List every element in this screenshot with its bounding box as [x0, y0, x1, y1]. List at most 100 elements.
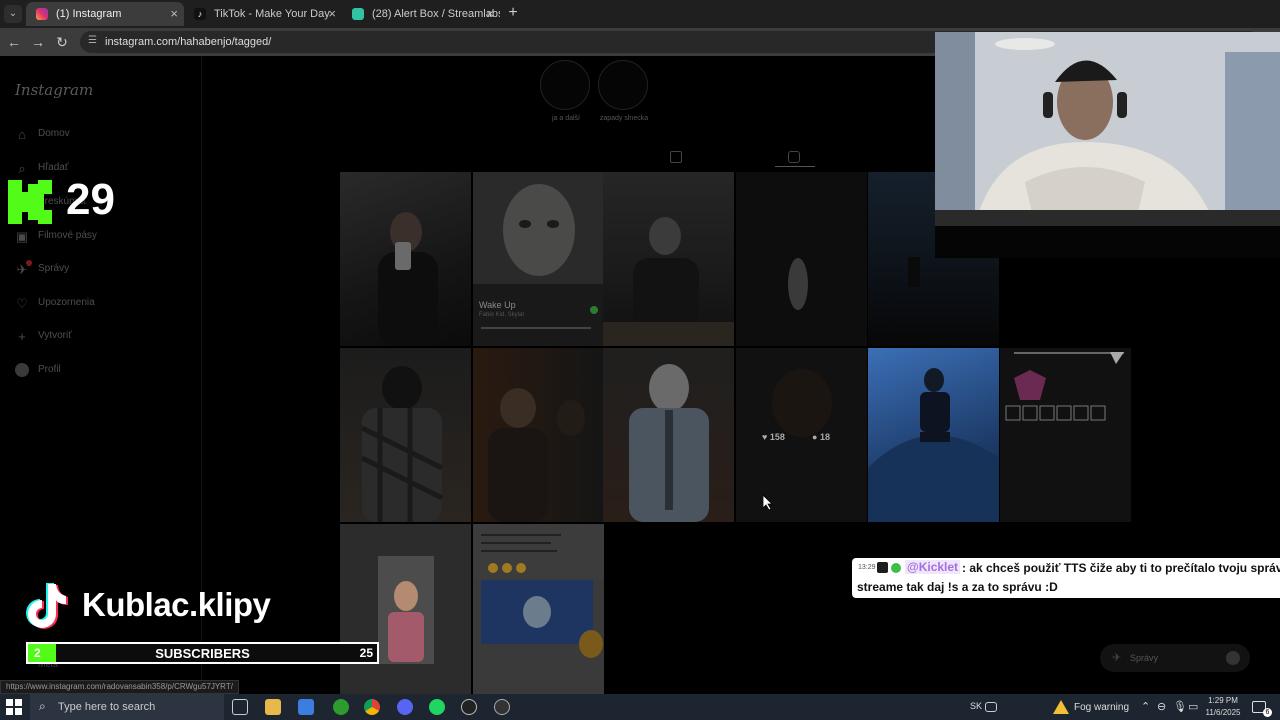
post-thumbnail[interactable]: ♥ 158 ● 18 [736, 348, 867, 522]
post-thumbnail[interactable] [1000, 348, 1131, 522]
weather-label: Fog warning [1074, 702, 1130, 713]
system-clock[interactable]: 1:29 PM 11/6/2025 [1200, 695, 1246, 719]
sidebar-item-messages[interactable]: ✈ Správy [14, 260, 184, 280]
post-thumbnail[interactable] [340, 172, 471, 346]
post-thumbnail[interactable] [473, 348, 604, 522]
sidebar-item-label: Profil [38, 364, 61, 375]
post-thumbnail[interactable] [473, 524, 604, 696]
highlight-item[interactable]: zapady slnecka [598, 60, 650, 122]
mouse-cursor-icon [763, 495, 773, 511]
heart-icon: ♡ [16, 296, 28, 311]
taskbar-search[interactable]: ⌕ Type here to search [30, 694, 224, 720]
windows-start-icon[interactable] [6, 699, 22, 715]
new-tab-button[interactable]: + [504, 4, 522, 22]
spotify-icon[interactable] [429, 699, 445, 715]
clock-date: 11/6/2025 [1205, 708, 1241, 717]
address-url[interactable]: instagram.com/hahabenjo/tagged/ [105, 31, 271, 53]
site-info-icon[interactable]: ☰ [88, 35, 100, 47]
search-icon: ⌕ [39, 699, 46, 713]
microsoft-store-icon[interactable] [298, 699, 314, 715]
tab-posts-grid-icon[interactable] [670, 151, 682, 163]
post-photo [488, 388, 585, 522]
windows-taskbar: ⌕ Type here to search SK Fog warning ⌃ ⊖… [0, 694, 1280, 720]
clock-time: 1:29 PM [1208, 696, 1238, 705]
weather-widget[interactable]: Fog warning [1052, 699, 1142, 715]
microphone-icon[interactable]: 🎙 [1173, 700, 1187, 713]
post-thumbnail[interactable] [736, 172, 867, 346]
search-icon: ⌕ [18, 161, 26, 176]
xbox-icon[interactable] [333, 699, 349, 715]
tab-tagged-icon[interactable] [788, 151, 800, 163]
obs-icon[interactable] [461, 699, 477, 715]
sidebar-item-label: Upozornenia [38, 297, 95, 308]
messages-pill-label: Správy [1130, 653, 1159, 663]
tab-streamlabs[interactable]: (28) Alert Box / Streamlabs × [342, 2, 500, 26]
post-thumbnail[interactable] [603, 172, 734, 346]
keyboard-icon[interactable] [985, 702, 997, 712]
chat-text-line1: : ak chceš použiť TTS čiže aby ti to pre… [962, 561, 1280, 575]
post-caption-subtitle: Fabio Kid, Skylar [479, 312, 525, 318]
post-photo [473, 172, 604, 329]
tab-search-button[interactable]: ⌄ [4, 5, 22, 23]
reels-icon: ▣ [15, 229, 29, 244]
tiktok-overlay: Kublac.klipy [20, 580, 271, 635]
sidebar-item-profile[interactable]: Profil [14, 361, 184, 381]
file-explorer-icon[interactable] [265, 699, 281, 715]
sidebar-item-reels[interactable]: ▣ Filmové pásy [14, 227, 184, 247]
forward-icon[interactable]: → [28, 32, 48, 52]
highlight-label: zapady slnecka [599, 115, 649, 122]
subscriber-goal: 25 [359, 646, 373, 660]
chat-message: 13:29 @Kicklet : ak chceš použiť TTS čiž… [852, 558, 1280, 598]
post-thumbnail[interactable] [340, 524, 471, 696]
kick-badge-icon [877, 562, 888, 573]
highlight-cover [598, 60, 648, 110]
back-icon[interactable]: ← [4, 32, 24, 52]
post-photo [772, 369, 832, 437]
language-indicator[interactable]: SK [970, 701, 982, 711]
close-icon[interactable]: × [486, 2, 494, 26]
notification-badge [26, 260, 32, 266]
close-icon[interactable]: × [170, 2, 178, 26]
post-thumbnail[interactable] [603, 348, 734, 522]
home-icon: ⌂ [18, 127, 26, 142]
tab-title: (28) Alert Box / Streamlabs [372, 8, 500, 20]
task-view-icon[interactable] [232, 699, 248, 715]
sidebar-item-home[interactable]: ⌂ Domov [14, 125, 184, 145]
sidebar-item-notifications[interactable]: ♡ Upozornenia [14, 294, 184, 314]
messenger-icon: ✈ [1112, 652, 1122, 664]
sidebar-item-create[interactable]: + Vytvoriť [14, 327, 184, 347]
app-icon[interactable] [494, 699, 510, 715]
post-thumbnail[interactable] [868, 348, 999, 522]
taskbar-search-placeholder: Type here to search [58, 701, 156, 713]
post-photo [360, 366, 444, 522]
close-icon[interactable]: × [328, 2, 336, 26]
network-icon[interactable]: ▭ [1188, 700, 1198, 713]
post-photo [378, 212, 438, 346]
browser-tab-bar: ⌄ (1) Instagram × ♪ TikTok - Make Your D… [0, 0, 1280, 28]
highlight-item[interactable]: ja a další [540, 60, 592, 122]
post-photo [788, 258, 808, 310]
tab-instagram[interactable]: (1) Instagram × [26, 2, 184, 26]
sidebar-item-label: Filmové pásy [38, 230, 97, 241]
comments-count: 18 [819, 432, 830, 442]
tab-tiktok[interactable]: ♪ TikTok - Make Your Day × [184, 2, 342, 26]
likes-count: 158 [769, 432, 785, 442]
webcam-feed [935, 32, 1280, 226]
discord-icon[interactable] [397, 699, 413, 715]
sidebar-item-label: Hľadať [38, 162, 69, 173]
instagram-logo[interactable]: Instagram [15, 81, 93, 99]
tray-chevron-icon[interactable]: ⌃ [1141, 700, 1150, 713]
post-photo [1005, 352, 1124, 421]
reload-icon[interactable]: ↻ [52, 32, 72, 52]
streamlabs-favicon-icon [352, 8, 364, 20]
chrome-icon[interactable] [364, 699, 380, 715]
sidebar-item-label: Vytvoriť [38, 330, 72, 341]
subscriber-label: SUBSCRIBERS [155, 646, 250, 661]
post-thumbnail[interactable] [340, 348, 471, 522]
post-thumbnail[interactable]: Wake Up Fabio Kid, Skylar [473, 172, 604, 346]
tray-app-icon[interactable]: ⊖ [1157, 700, 1166, 713]
messages-pill[interactable]: ✈ Správy [1100, 644, 1250, 672]
post-photo [473, 524, 604, 658]
highlight-label: ja a další [551, 115, 581, 122]
avatar [1226, 651, 1240, 665]
